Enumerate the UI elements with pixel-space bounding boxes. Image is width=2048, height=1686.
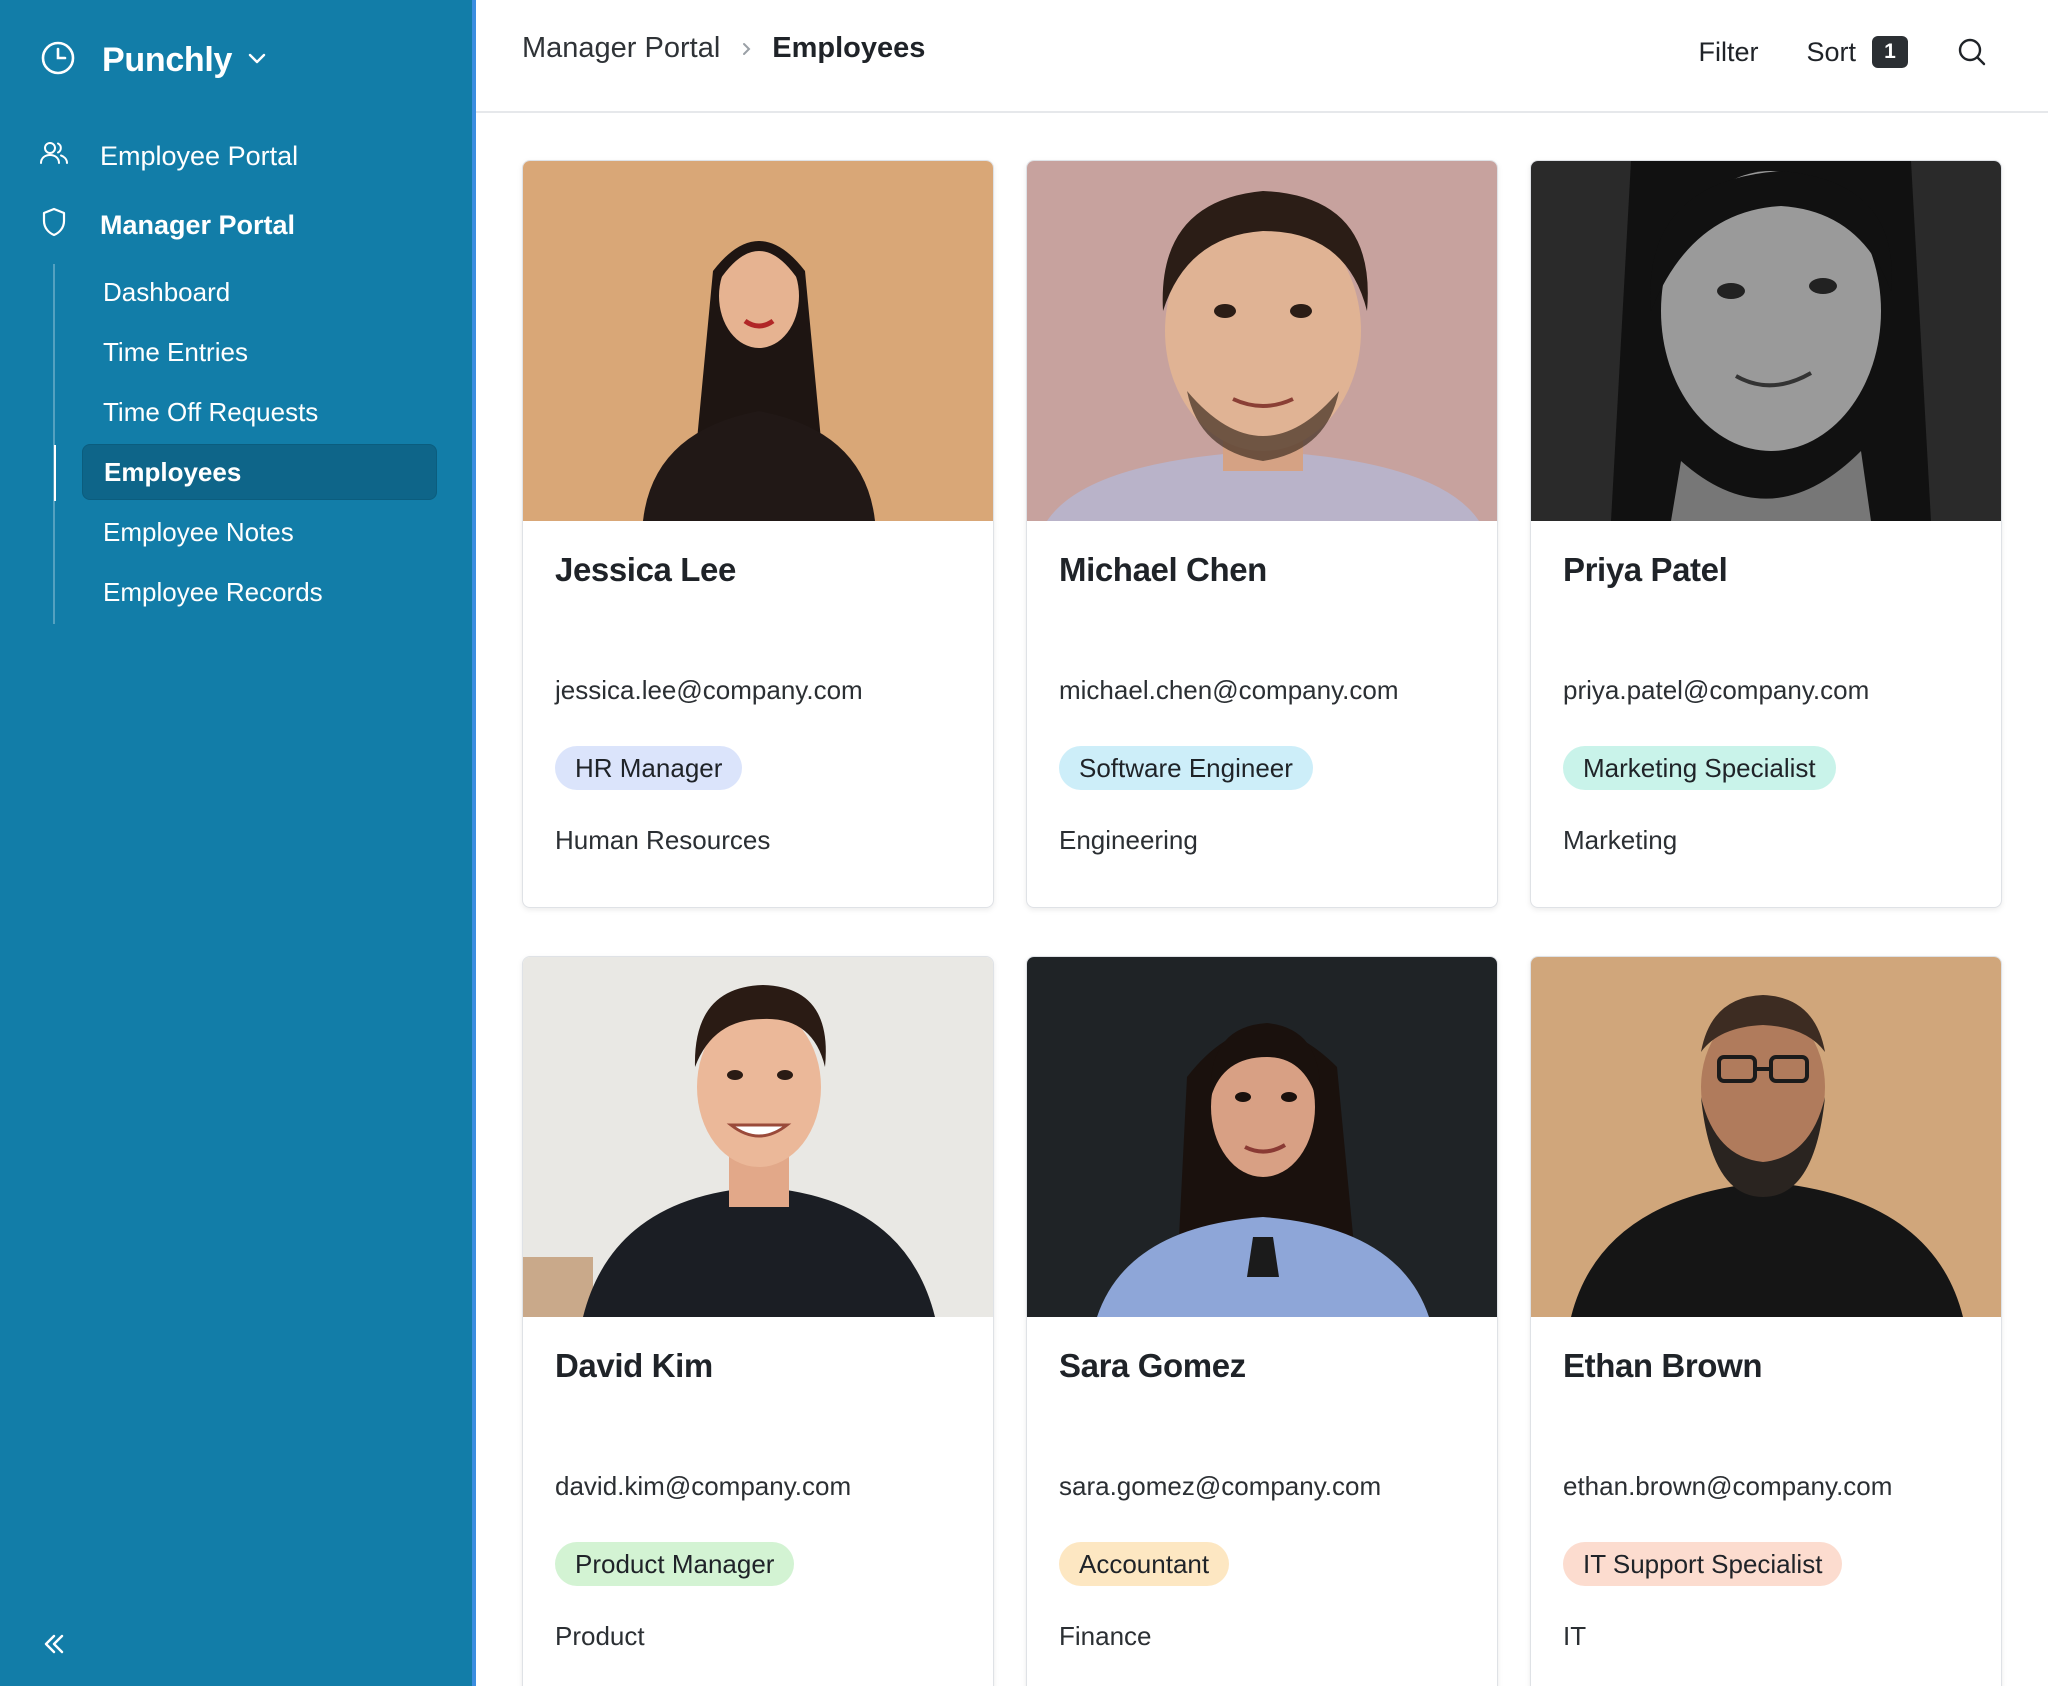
workspace-switcher[interactable]: Punchly xyxy=(40,38,268,82)
employee-name: Michael Chen xyxy=(1059,551,1267,588)
employee-department: Product xyxy=(555,1621,645,1651)
employee-card-priya-patel[interactable]: Priya Patel priya.patel@company.com Mark… xyxy=(1530,160,2002,908)
employee-photo xyxy=(523,957,993,1317)
employee-photo xyxy=(1531,161,2001,521)
users-icon xyxy=(38,137,70,176)
employee-name: Sara Gomez xyxy=(1059,1347,1246,1384)
sidebar-item-employee-records[interactable]: Employee Records xyxy=(55,564,437,620)
header-actions: Filter Sort 1 xyxy=(1698,30,1988,74)
breadcrumb-manager-portal[interactable]: Manager Portal xyxy=(522,32,720,65)
role-badge: IT Support Specialist xyxy=(1563,1542,1843,1586)
employee-email: michael.chen@company.com xyxy=(1059,675,1399,705)
nav-label: Employee Portal xyxy=(100,140,299,171)
sort-label: Sort xyxy=(1806,36,1856,67)
chevron-right-icon xyxy=(738,32,754,65)
sidebar-item-employees[interactable]: Employees xyxy=(54,444,437,501)
employee-photo xyxy=(1027,161,1497,521)
employee-email: jessica.lee@company.com xyxy=(555,675,863,705)
employee-card-sara-gomez[interactable]: Sara Gomez sara.gomez@company.com Accoun… xyxy=(1026,956,1498,1686)
employee-department: Engineering xyxy=(1059,825,1198,855)
employee-department: Finance xyxy=(1059,1621,1152,1651)
clock-icon xyxy=(40,40,76,81)
employee-card-jessica-lee[interactable]: Jessica Lee jessica.lee@company.com HR M… xyxy=(522,160,994,908)
top-bar: Manager Portal Employees Filter Sort 1 xyxy=(476,0,2048,113)
collapse-sidebar-button[interactable] xyxy=(40,1630,68,1658)
employee-email: david.kim@company.com xyxy=(555,1471,852,1501)
filter-label: Filter xyxy=(1698,36,1759,67)
nav-label: Manager Portal xyxy=(100,209,296,240)
role-badge: Marketing Specialist xyxy=(1563,746,1836,790)
employee-email: priya.patel@company.com xyxy=(1563,675,1870,705)
chevron-down-icon xyxy=(246,47,268,74)
employee-name: Jessica Lee xyxy=(555,551,736,588)
employee-department: Marketing xyxy=(1563,825,1678,855)
employee-name: David Kim xyxy=(555,1347,713,1384)
shield-icon xyxy=(38,206,70,245)
role-badge: Product Manager xyxy=(555,1542,795,1586)
filter-button[interactable]: Filter xyxy=(1698,37,1758,68)
role-badge: Accountant xyxy=(1059,1542,1230,1586)
role-badge: Software Engineer xyxy=(1059,746,1313,790)
employee-email: ethan.brown@company.com xyxy=(1563,1471,1893,1501)
employee-card-michael-chen[interactable]: Michael Chen michael.chen@company.com So… xyxy=(1026,160,1498,908)
page-title: Employees xyxy=(772,32,926,64)
breadcrumb: Manager Portal Employees xyxy=(522,32,925,65)
sort-count-badge: 1 xyxy=(1872,36,1908,68)
employee-department: IT xyxy=(1563,1621,1587,1651)
app-name: Punchly xyxy=(102,40,233,79)
employee-card-david-kim[interactable]: David Kim david.kim@company.com Product … xyxy=(522,956,994,1686)
employee-department: Human Resources xyxy=(555,825,771,855)
portal-nav: Employee Portal Manager Portal xyxy=(0,132,472,270)
employee-card-ethan-brown[interactable]: Ethan Brown ethan.brown@company.com IT S… xyxy=(1530,956,2002,1686)
nav-manager-portal[interactable]: Manager Portal xyxy=(0,201,472,249)
sidebar-item-employee-notes[interactable]: Employee Notes xyxy=(55,504,437,560)
sort-button[interactable]: Sort 1 xyxy=(1806,36,1908,68)
role-badge: HR Manager xyxy=(555,746,743,790)
chevrons-left-icon xyxy=(40,1634,68,1662)
employee-name: Ethan Brown xyxy=(1563,1347,1763,1384)
employee-name: Priya Patel xyxy=(1563,551,1728,588)
search-button[interactable] xyxy=(1956,36,1988,68)
sidebar-item-time-off-requests[interactable]: Time Off Requests xyxy=(55,384,437,440)
employee-email: sara.gomez@company.com xyxy=(1059,1471,1382,1501)
employee-photo xyxy=(523,161,993,521)
manager-subnav: Dashboard Time Entries Time Off Requests… xyxy=(53,264,437,624)
sidebar-item-dashboard[interactable]: Dashboard xyxy=(55,264,437,320)
search-icon xyxy=(1956,38,1988,72)
sidebar-item-time-entries[interactable]: Time Entries xyxy=(55,324,437,380)
nav-employee-portal[interactable]: Employee Portal xyxy=(0,132,472,180)
sidebar: Punchly Employee Portal Manager Portal D… xyxy=(0,0,476,1686)
employee-photo xyxy=(1531,957,2001,1317)
employee-photo xyxy=(1027,957,1497,1317)
